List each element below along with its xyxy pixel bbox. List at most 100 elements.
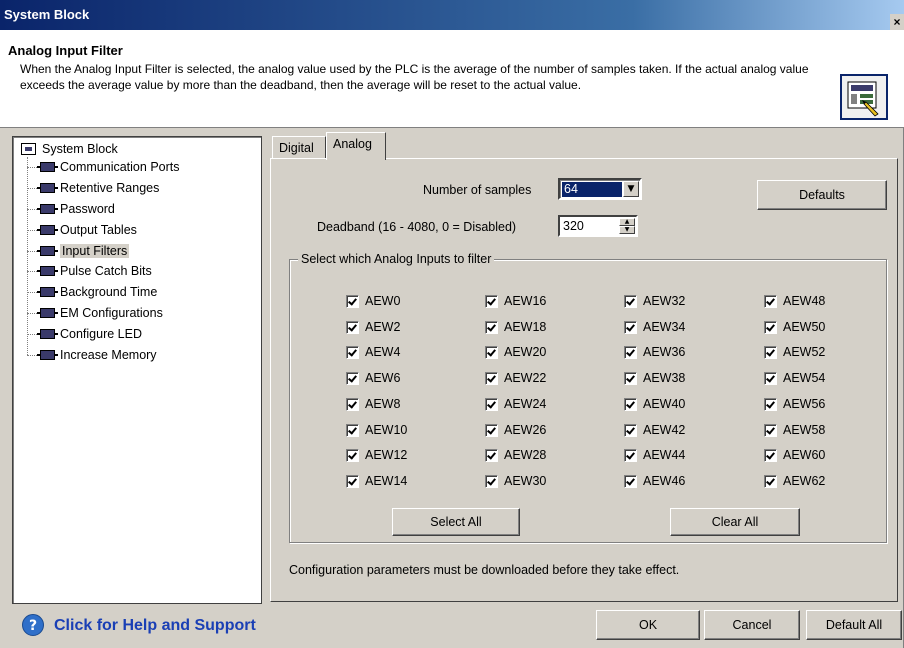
checkbox-checked-icon[interactable] — [346, 448, 359, 462]
checkbox-checked-icon[interactable] — [764, 423, 777, 437]
checkbox-aew0[interactable]: AEW0 — [346, 292, 400, 310]
checkbox-checked-icon[interactable] — [624, 423, 637, 437]
spin-buttons: ▲ ▼ — [619, 218, 635, 234]
checkbox-label: AEW4 — [365, 345, 401, 359]
defaults-button[interactable]: Defaults — [757, 180, 887, 210]
tree-item-configure-led[interactable]: Configure LED — [27, 324, 142, 344]
tree-item-em-configurations[interactable]: EM Configurations — [27, 303, 163, 323]
close-icon[interactable]: × — [890, 14, 904, 30]
checkbox-aew12[interactable]: AEW12 — [346, 446, 407, 464]
checkbox-checked-icon[interactable] — [624, 345, 637, 359]
checkbox-checked-icon[interactable] — [624, 371, 637, 385]
checkbox-aew2[interactable]: AEW2 — [346, 318, 400, 336]
default-all-button[interactable]: Default All — [806, 610, 902, 640]
checkbox-checked-icon[interactable] — [346, 320, 359, 334]
checkbox-checked-icon[interactable] — [624, 474, 637, 488]
checkbox-checked-icon[interactable] — [485, 320, 498, 334]
checkbox-aew60[interactable]: AEW60 — [764, 446, 825, 464]
tab-digital[interactable]: Digital — [272, 136, 326, 160]
checkbox-aew42[interactable]: AEW42 — [624, 421, 685, 439]
checkbox-checked-icon[interactable] — [624, 320, 637, 334]
checkbox-checked-icon[interactable] — [485, 397, 498, 411]
help-link[interactable]: Click for Help and Support — [54, 615, 256, 637]
checkbox-checked-icon[interactable] — [346, 423, 359, 437]
checkbox-checked-icon[interactable] — [485, 423, 498, 437]
checkbox-aew52[interactable]: AEW52 — [764, 343, 825, 361]
tree-item-label: Input Filters — [60, 244, 130, 258]
checkbox-aew46[interactable]: AEW46 — [624, 472, 685, 490]
checkbox-checked-icon[interactable] — [764, 474, 777, 488]
checkbox-aew56[interactable]: AEW56 — [764, 395, 825, 413]
tree-item-input-filters[interactable]: Input Filters — [27, 241, 130, 261]
checkbox-checked-icon[interactable] — [764, 371, 777, 385]
checkbox-aew22[interactable]: AEW22 — [485, 369, 546, 387]
checkbox-aew30[interactable]: AEW30 — [485, 472, 546, 490]
tree-root-system-block[interactable]: System Block — [21, 140, 118, 158]
checkbox-checked-icon[interactable] — [485, 448, 498, 462]
checkbox-checked-icon[interactable] — [624, 294, 637, 308]
checkbox-checked-icon[interactable] — [346, 345, 359, 359]
checkbox-aew36[interactable]: AEW36 — [624, 343, 685, 361]
checkbox-aew8[interactable]: AEW8 — [346, 395, 400, 413]
checkbox-aew26[interactable]: AEW26 — [485, 421, 546, 439]
checkbox-aew4[interactable]: AEW4 — [346, 343, 400, 361]
checkbox-aew38[interactable]: AEW38 — [624, 369, 685, 387]
checkbox-aew34[interactable]: AEW34 — [624, 318, 685, 336]
checkbox-aew24[interactable]: AEW24 — [485, 395, 546, 413]
spin-up-icon[interactable]: ▲ — [619, 218, 635, 226]
checkbox-aew16[interactable]: AEW16 — [485, 292, 546, 310]
cancel-button[interactable]: Cancel — [704, 610, 800, 640]
samples-select[interactable]: 64 ▼ — [558, 178, 642, 200]
checkbox-aew44[interactable]: AEW44 — [624, 446, 685, 464]
tree-item-password[interactable]: Password — [27, 199, 115, 219]
checkbox-aew62[interactable]: AEW62 — [764, 472, 825, 490]
deadband-spinner[interactable]: 320 ▲ ▼ — [558, 215, 638, 237]
ok-button[interactable]: OK — [596, 610, 700, 640]
tree-root-label: System Block — [42, 142, 118, 156]
checkbox-aew54[interactable]: AEW54 — [764, 369, 825, 387]
checkbox-checked-icon[interactable] — [346, 397, 359, 411]
checkbox-checked-icon[interactable] — [764, 320, 777, 334]
checkbox-checked-icon[interactable] — [346, 294, 359, 308]
checkbox-aew50[interactable]: AEW50 — [764, 318, 825, 336]
checkbox-aew20[interactable]: AEW20 — [485, 343, 546, 361]
checkbox-aew6[interactable]: AEW6 — [346, 369, 400, 387]
checkbox-aew58[interactable]: AEW58 — [764, 421, 825, 439]
checkbox-checked-icon[interactable] — [485, 474, 498, 488]
checkbox-checked-icon[interactable] — [346, 371, 359, 385]
checkbox-checked-icon[interactable] — [764, 345, 777, 359]
tree-item-increase-memory[interactable]: Increase Memory — [27, 345, 157, 365]
checkbox-aew28[interactable]: AEW28 — [485, 446, 546, 464]
help-icon[interactable]: ? — [22, 614, 44, 636]
checkbox-checked-icon[interactable] — [764, 294, 777, 308]
checkbox-checked-icon[interactable] — [485, 371, 498, 385]
checkbox-checked-icon[interactable] — [346, 474, 359, 488]
checkbox-checked-icon[interactable] — [485, 294, 498, 308]
tab-analog[interactable]: Analog — [326, 132, 386, 160]
checkbox-checked-icon[interactable] — [764, 397, 777, 411]
checkbox-checked-icon[interactable] — [485, 345, 498, 359]
checkbox-aew48[interactable]: AEW48 — [764, 292, 825, 310]
checkbox-aew14[interactable]: AEW14 — [346, 472, 407, 490]
tree-item-retentive-ranges[interactable]: Retentive Ranges — [27, 178, 159, 198]
analog-tab-panel: Number of samples 64 ▼ Deadband (16 - 40… — [270, 158, 898, 602]
chevron-down-icon[interactable]: ▼ — [623, 181, 639, 197]
tree-item-communication-ports[interactable]: Communication Ports — [27, 157, 180, 177]
spin-down-icon[interactable]: ▼ — [619, 226, 635, 234]
module-icon — [37, 183, 58, 193]
checkbox-aew10[interactable]: AEW10 — [346, 421, 407, 439]
title-bar[interactable]: System Block × — [0, 0, 904, 30]
checkbox-aew18[interactable]: AEW18 — [485, 318, 546, 336]
header-panel: Analog Input Filter When the Analog Inpu… — [0, 30, 904, 128]
tree-item-output-tables[interactable]: Output Tables — [27, 220, 137, 240]
select-all-button[interactable]: Select All — [392, 508, 520, 536]
checkbox-aew32[interactable]: AEW32 — [624, 292, 685, 310]
module-icon — [37, 225, 58, 235]
tree-item-pulse-catch-bits[interactable]: Pulse Catch Bits — [27, 261, 152, 281]
checkbox-checked-icon[interactable] — [624, 397, 637, 411]
checkbox-aew40[interactable]: AEW40 — [624, 395, 685, 413]
checkbox-checked-icon[interactable] — [764, 448, 777, 462]
tree-item-background-time[interactable]: Background Time — [27, 282, 157, 302]
clear-all-button[interactable]: Clear All — [670, 508, 800, 536]
checkbox-checked-icon[interactable] — [624, 448, 637, 462]
